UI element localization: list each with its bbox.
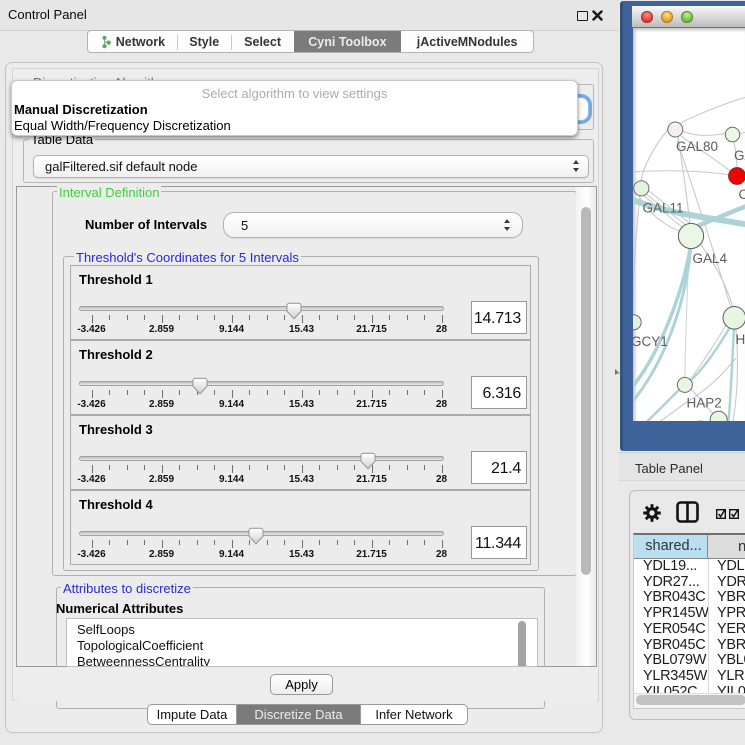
svg-text:GAL11: GAL11 bbox=[643, 201, 684, 216]
svg-text:GAL4: GAL4 bbox=[693, 251, 728, 266]
svg-text:GCY1: GCY1 bbox=[633, 334, 668, 349]
svg-text:GAL80: GAL80 bbox=[676, 139, 718, 154]
svg-text:HAP2: HAP2 bbox=[687, 395, 722, 410]
svg-text:H: H bbox=[736, 332, 745, 347]
svg-text:GA: GA bbox=[734, 148, 745, 163]
svg-text:C: C bbox=[739, 187, 745, 202]
